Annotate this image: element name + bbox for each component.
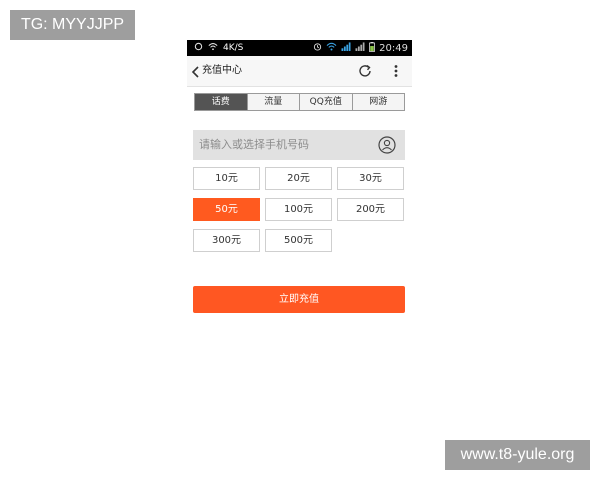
battery-icon bbox=[369, 41, 376, 55]
alarm-icon bbox=[313, 42, 322, 54]
signal-icon-2 bbox=[355, 42, 365, 54]
amount-option-50[interactable]: 50元 bbox=[193, 198, 260, 221]
refresh-icon[interactable] bbox=[357, 63, 373, 79]
watermark-top: TG: MYYJJPP bbox=[10, 10, 135, 40]
amount-option-200[interactable]: 200元 bbox=[337, 198, 404, 221]
tab-qq-recharge[interactable]: QQ充值 bbox=[300, 94, 353, 110]
page-title: 充值中心 bbox=[202, 65, 242, 76]
amount-option-100[interactable]: 100元 bbox=[265, 198, 332, 221]
category-tabs: 话费 流量 QQ充值 网游 bbox=[194, 93, 405, 111]
clock: 20:49 bbox=[379, 42, 408, 54]
amount-option-20[interactable]: 20元 bbox=[265, 167, 332, 190]
tab-online-games[interactable]: 网游 bbox=[352, 94, 404, 110]
app-bar: 充值中心 bbox=[187, 56, 412, 87]
amount-option-30[interactable]: 30元 bbox=[337, 167, 404, 190]
more-vertical-icon[interactable] bbox=[390, 63, 402, 79]
tab-phone-credit[interactable]: 话费 bbox=[195, 94, 248, 110]
chevron-left-icon[interactable] bbox=[190, 64, 202, 78]
phone-number-placeholder: 请输入或选择手机号码 bbox=[199, 138, 309, 151]
status-bar: 4K/S 20:49 bbox=[187, 40, 412, 56]
phone-number-input[interactable]: 请输入或选择手机号码 bbox=[193, 130, 405, 160]
signal-icon bbox=[341, 42, 351, 54]
amount-option-500[interactable]: 500元 bbox=[265, 229, 332, 252]
phone-screen: 4K/S 20:49 充值中心 话费 流量 QQ充值 网游 请输入或选择手机号码… bbox=[187, 40, 412, 330]
wifi-icon bbox=[208, 42, 218, 54]
amount-option-10[interactable]: 10元 bbox=[193, 167, 260, 190]
amount-option-300[interactable]: 300元 bbox=[193, 229, 260, 252]
watermark-bottom: www.t8-yule.org bbox=[445, 440, 590, 470]
wifi-signal-icon bbox=[326, 42, 337, 54]
recharge-now-button[interactable]: 立即充值 bbox=[193, 286, 405, 313]
network-speed: 4K/S bbox=[223, 43, 244, 53]
tab-data[interactable]: 流量 bbox=[247, 94, 300, 110]
notification-icon bbox=[194, 42, 203, 54]
contact-icon[interactable] bbox=[378, 136, 396, 154]
